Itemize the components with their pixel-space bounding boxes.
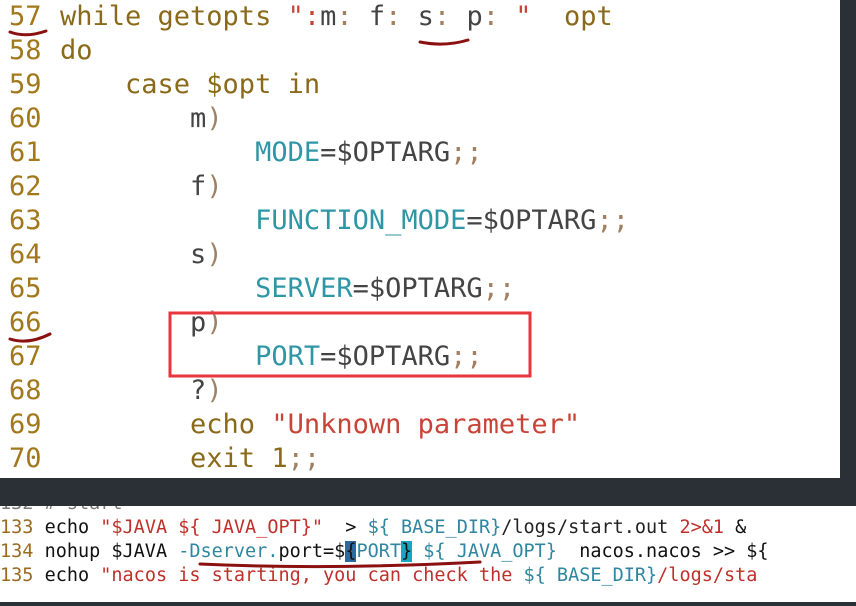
code-token: case $opt in: [60, 69, 321, 100]
code-text: ?): [60, 374, 223, 408]
terminal-token: -Dserver.: [178, 541, 279, 562]
code-text: SERVER=$OPTARG;;: [60, 272, 515, 306]
code-token: "Unknown parameter": [271, 409, 581, 440]
terminal-line: 132 # start: [0, 506, 123, 516]
line-number: 63: [9, 205, 42, 236]
code-token: :: [482, 1, 499, 32]
code-token: ): [206, 375, 223, 406]
terminal-token: port: [278, 541, 324, 562]
code-token: ): [206, 239, 223, 270]
terminal-token: 135: [0, 565, 45, 586]
code-token: ":: [287, 1, 321, 32]
code-text: s): [60, 238, 223, 272]
code-token: f: [352, 1, 386, 32]
code-token: ): [206, 171, 223, 202]
code-token: :: [385, 1, 402, 32]
code-token: MODE: [60, 137, 321, 168]
line-number: 69: [9, 409, 42, 440]
terminal-panel[interactable]: 132 # start 133 echo "$JAVA ${ JAVA_OPT}"…: [0, 506, 856, 602]
terminal-token: "$JAVA ${ JAVA_OPT}": [100, 517, 324, 538]
code-token: :: [433, 1, 451, 32]
line-number: 66: [9, 307, 42, 338]
code-token: p: [450, 1, 483, 32]
line-number: 70: [9, 443, 42, 474]
code-token: ;;: [482, 273, 516, 304]
code-token: f: [60, 171, 207, 202]
code-text: PORT=$OPTARG;;: [60, 340, 483, 374]
code-token: do: [60, 35, 93, 66]
terminal-line: 135 echo "nacos is starting, you can che…: [0, 564, 757, 588]
line-number: 58: [9, 35, 42, 66]
code-token: m: [320, 1, 337, 32]
terminal-token: ${ JAVA_OPT}: [412, 541, 557, 562]
code-token: m: [60, 103, 207, 134]
line-number: 57: [9, 1, 42, 32]
code-token: s: [60, 239, 207, 270]
code-text: f): [60, 170, 223, 204]
terminal-token: echo: [44, 517, 101, 538]
line-number: 67: [9, 341, 42, 372]
code-token: SERVER: [60, 273, 353, 304]
terminal-token: &: [724, 517, 747, 538]
terminal-token: PORT: [356, 541, 402, 562]
code-token: PORT: [60, 341, 321, 372]
line-number: 59: [9, 69, 42, 100]
terminal-token: ${ BASE_DIR}: [523, 565, 658, 586]
code-text: FUNCTION_MODE=$OPTARG;;: [60, 204, 629, 238]
code-token: ): [206, 307, 223, 338]
code-token: ;;: [596, 205, 629, 236]
code-text: while getopts ":m: f: s: p: " opt: [60, 0, 613, 34]
code-token: while getopts: [60, 1, 288, 32]
code-token: =$OPTARG: [320, 341, 451, 372]
terminal-token: 133: [0, 517, 45, 538]
code-text: exit 1;;: [60, 442, 320, 476]
terminal-token: 132 # start: [0, 506, 123, 514]
code-token: =$OPTARG: [320, 137, 451, 168]
code-token: p: [60, 307, 207, 338]
code-token: s: [401, 1, 434, 32]
terminal-line: 133 echo "$JAVA ${ JAVA_OPT}" > ${ BASE_…: [0, 516, 746, 540]
terminal-token: /logs/sta: [657, 565, 758, 586]
code-text: p): [60, 306, 223, 340]
terminal-token: echo: [44, 565, 101, 586]
line-number: 65: [9, 273, 42, 304]
code-token: ;;: [450, 341, 483, 372]
line-number: 62: [9, 171, 42, 202]
terminal-token: }: [401, 541, 413, 562]
terminal-token: nacos.nacos >> ${: [556, 541, 769, 562]
code-token: opt: [531, 1, 613, 32]
code-token: ;;: [287, 443, 321, 474]
terminal-token: ${ BASE_DIR}: [367, 517, 502, 538]
code-token: =$OPTARG: [466, 205, 597, 236]
line-number: 61: [9, 137, 42, 168]
terminal-token: {: [345, 541, 357, 562]
terminal-token: 2>&1: [679, 517, 725, 538]
terminal-token: 134: [0, 541, 45, 562]
terminal-line: 134 nohup $JAVA -Dserver.port=${PORT} ${…: [0, 540, 769, 564]
line-number: 64: [9, 239, 42, 270]
terminal-token: "nacos is starting, you can check the: [100, 565, 524, 586]
code-text: case $opt in: [60, 68, 320, 102]
code-text: MODE=$OPTARG;;: [60, 136, 483, 170]
code-token: :: [336, 1, 353, 32]
terminal-token: nohup $JAVA: [44, 541, 179, 562]
line-number: 60: [9, 103, 42, 134]
code-token: ": [498, 1, 532, 32]
code-token: ): [206, 103, 223, 134]
terminal-token: /logs/start.out: [501, 517, 680, 538]
underline-p-option: [418, 38, 470, 46]
code-text: m): [60, 102, 223, 136]
code-text: do: [60, 34, 93, 68]
code-text: echo "Unknown parameter": [60, 408, 580, 442]
code-token: exit 1: [60, 443, 288, 474]
code-token: =$OPTARG: [352, 273, 483, 304]
script-editor-panel[interactable]: 57 while getopts ":m: f: s: p: " opt 58 do 5…: [0, 0, 840, 478]
code-token: FUNCTION_MODE: [60, 205, 467, 236]
code-token: echo: [60, 409, 272, 440]
terminal-token: =$: [323, 541, 346, 562]
line-number: 68: [9, 375, 42, 406]
code-token: ;;: [450, 137, 483, 168]
terminal-token: >: [323, 517, 368, 538]
code-token: ?: [60, 375, 207, 406]
